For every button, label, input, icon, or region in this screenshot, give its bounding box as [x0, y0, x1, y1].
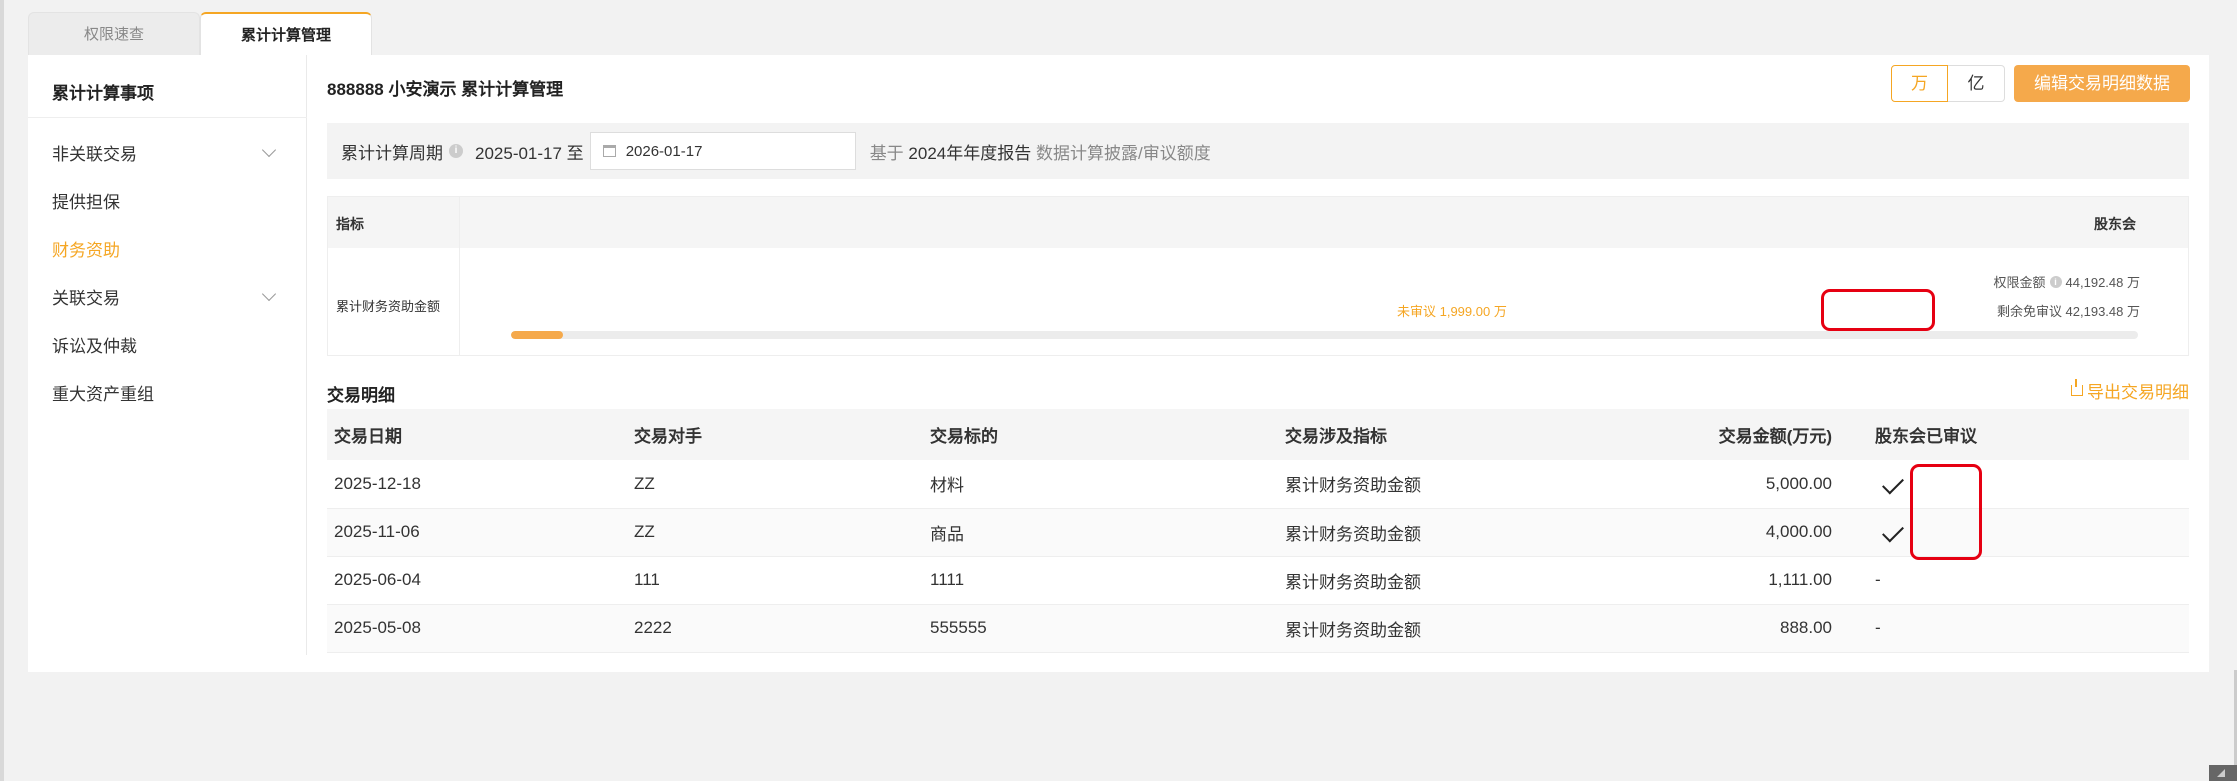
cell-subject: 555555	[923, 604, 1278, 653]
cell-date: 2025-12-18	[327, 460, 627, 509]
sidebar-item-financial-aid[interactable]: 财务资助	[52, 236, 282, 261]
cell-party: 2222	[627, 604, 923, 653]
basis-report: 2024年年度报告	[908, 143, 1032, 163]
tab-permission-lookup[interactable]: 权限速查	[28, 12, 200, 55]
content-area: 888888 小安演示 累计计算管理 万 亿 编辑交易明细数据 累计计算周期 i…	[327, 55, 2190, 672]
unreviewed-amount: 未审议 1,999.00 万	[1397, 304, 1507, 319]
chevron-down-icon	[261, 142, 277, 157]
cell-amount: 4,000.00	[1578, 508, 1868, 557]
top-tabs: 权限速查 累计计算管理	[28, 12, 372, 55]
cell-amount: 1,111.00	[1578, 556, 1868, 605]
sidebar-item-guarantee[interactable]: 提供担保	[52, 188, 282, 213]
sidebar-item-non-related[interactable]: 非关联交易	[52, 140, 282, 165]
cell-indicator: 累计财务资助金额	[1278, 508, 1578, 557]
sidebar-item-label: 财务资助	[52, 241, 120, 260]
indicator-row-label: 累计财务资助金额	[336, 299, 441, 314]
end-date-input[interactable]: 2026-01-17	[589, 132, 856, 170]
checkmark-icon	[1882, 472, 1904, 495]
usage-progress-fill	[511, 331, 564, 339]
col-reviewed: 股东会已审议	[1868, 409, 2189, 460]
sidebar: 累计计算事项 非关联交易 提供担保 财务资助 关联交易 诉讼及仲裁 重大资产重组	[28, 55, 307, 655]
tab-cumulative-calc[interactable]: 累计计算管理	[200, 12, 372, 55]
page-title: 888888 小安演示 累计计算管理	[327, 80, 564, 99]
col-indicator: 交易涉及指标	[1278, 409, 1578, 460]
usage-progress-bar	[511, 331, 2138, 339]
basis-suffix: 数据计算披露/审议额度	[1035, 143, 1211, 163]
details-title: 交易明细	[327, 386, 395, 405]
sidebar-item-label: 提供担保	[52, 193, 120, 212]
sidebar-divider	[28, 117, 307, 118]
window-edge	[0, 0, 4, 781]
col-subject: 交易标的	[923, 409, 1278, 460]
cell-subject: 商品	[923, 508, 1278, 557]
shareholders-col-header: 股东会	[2094, 216, 2136, 232]
cell-subject: 材料	[923, 460, 1278, 509]
cell-indicator: 累计财务资助金额	[1278, 460, 1578, 509]
cell-party: ZZ	[627, 508, 923, 557]
limit-value: 44,192.48 万	[2065, 275, 2140, 290]
annotation-highlight-box	[1821, 289, 1935, 331]
col-amount: 交易金额(万元)	[1578, 409, 1868, 460]
limit-amount: 权限金额 i 44,192.48 万	[1994, 272, 2140, 291]
column-divider	[459, 197, 460, 355]
cell-date: 2025-11-06	[327, 508, 627, 557]
basis-prefix: 基于	[869, 143, 904, 163]
checkmark-icon	[1882, 520, 1904, 543]
cell-reviewed: -	[1868, 604, 2189, 653]
export-label: 导出交易明细	[2087, 383, 2189, 402]
info-icon[interactable]: i	[2049, 275, 2062, 288]
edit-transactions-button[interactable]: 编辑交易明细数据	[2014, 65, 2190, 102]
unit-wan-button[interactable]: 万	[1891, 65, 1948, 102]
cell-indicator: 累计财务资助金额	[1278, 604, 1578, 653]
limit-label: 权限金额	[1993, 275, 2046, 290]
sidebar-item-restructuring[interactable]: 重大资产重组	[52, 380, 282, 405]
export-details-link[interactable]: 导出交易明细	[2071, 378, 2189, 403]
annotation-highlight-box	[1910, 464, 1982, 560]
remaining-amount: 剩余免审议 42,193.48 万	[1996, 304, 2140, 319]
cell-date: 2025-06-04	[327, 556, 627, 605]
unit-yi-button[interactable]: 亿	[1948, 65, 2005, 102]
period-label: 累计计算周期	[341, 143, 443, 163]
cell-amount: 888.00	[1578, 604, 1868, 653]
cell-party: ZZ	[627, 460, 923, 509]
table-row: 2025-06-04 111 1111 累计财务资助金额 1,111.00 -	[327, 556, 2189, 605]
resize-corner-icon[interactable]	[2209, 765, 2237, 781]
indicator-header	[328, 197, 2188, 248]
sidebar-title: 累计计算事项	[52, 84, 154, 103]
chevron-down-icon	[261, 286, 277, 301]
cell-subject: 1111	[923, 556, 1278, 605]
col-date: 交易日期	[327, 409, 627, 460]
table-row: 2025-05-08 2222 555555 累计财务资助金额 888.00 -	[327, 604, 2189, 653]
sidebar-item-label: 非关联交易	[52, 145, 137, 164]
info-icon[interactable]: i	[449, 144, 463, 158]
sidebar-item-label: 重大资产重组	[52, 385, 154, 404]
indicator-col-header: 指标	[336, 216, 364, 232]
indicator-table: 指标 股东会 累计财务资助金额 权限金额 i 44,192.48 万 未审议 1…	[327, 196, 2189, 356]
calendar-icon	[602, 145, 616, 157]
main-card: 累计计算事项 非关联交易 提供担保 财务资助 关联交易 诉讼及仲裁 重大资产重组…	[28, 55, 2209, 672]
cell-indicator: 累计财务资助金额	[1278, 556, 1578, 605]
period-start: 2025-01-17 至	[475, 143, 584, 163]
cell-reviewed: -	[1868, 556, 2189, 605]
sidebar-item-label: 诉讼及仲裁	[52, 337, 137, 356]
sidebar-item-litigation[interactable]: 诉讼及仲裁	[52, 332, 282, 357]
sidebar-item-related[interactable]: 关联交易	[52, 284, 282, 309]
cell-party: 111	[627, 556, 923, 605]
unit-toggle: 万 亿	[1891, 65, 2005, 102]
cell-date: 2025-05-08	[327, 604, 627, 653]
cell-amount: 5,000.00	[1578, 460, 1868, 509]
download-icon	[2071, 379, 2083, 396]
table-header-row: 交易日期 交易对手 交易标的 交易涉及指标 交易金额(万元) 股东会已审议	[327, 409, 2189, 460]
sidebar-item-label: 关联交易	[52, 289, 120, 308]
period-bar: 累计计算周期 i 2025-01-17 至 2026-01-17 基于 2024…	[327, 123, 2189, 179]
col-party: 交易对手	[627, 409, 923, 460]
end-date-value: 2026-01-17	[625, 142, 703, 160]
